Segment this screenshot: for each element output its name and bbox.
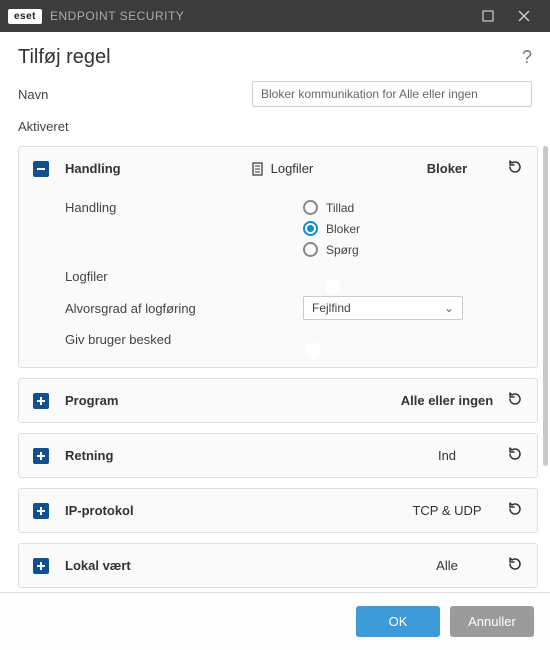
severity-select[interactable]: Fejlfind ⌄: [303, 296, 463, 320]
radio-block[interactable]: Bloker: [303, 221, 360, 236]
window-close-button[interactable]: [506, 0, 542, 32]
handling-label: Handling: [65, 200, 265, 215]
handling-radio-group: Tillad Bloker Spørg: [303, 200, 360, 257]
notify-label: Giv bruger besked: [65, 332, 265, 347]
program-card: Program Alle eller ingen: [18, 378, 538, 423]
chevron-down-icon: ⌄: [444, 301, 454, 315]
scrollbar-thumb[interactable]: [543, 146, 548, 466]
name-label: Navn: [18, 87, 178, 102]
program-title: Program: [65, 393, 118, 408]
help-icon[interactable]: ?: [522, 47, 532, 68]
name-row: Navn: [0, 75, 550, 113]
expand-icon[interactable]: [33, 503, 49, 519]
action-card-head: Handling Logfiler Bloker: [19, 147, 537, 190]
reset-icon[interactable]: [507, 446, 523, 465]
protocol-value: TCP & UDP: [397, 503, 497, 518]
action-card-body: Handling Tillad Bloker Spørg Logfiler Al…: [19, 190, 537, 367]
direction-title: Retning: [65, 448, 113, 463]
reset-icon[interactable]: [507, 556, 523, 575]
localhost-value: Alle: [397, 558, 497, 573]
brand-badge: eset: [8, 9, 42, 24]
action-card: Handling Logfiler Bloker Handling Tillad…: [18, 146, 538, 368]
enabled-label: Aktiveret: [18, 119, 178, 134]
footer: OK Annuller: [0, 592, 550, 650]
radio-ask[interactable]: Spørg: [303, 242, 360, 257]
logfiles-indicator: Logfiler: [251, 161, 397, 176]
logfiles-indicator-label: Logfiler: [271, 161, 314, 176]
reset-icon[interactable]: [507, 159, 523, 178]
radio-block-label: Bloker: [326, 222, 360, 236]
ok-button[interactable]: OK: [356, 606, 440, 637]
collapse-icon[interactable]: [33, 161, 49, 177]
reset-icon[interactable]: [507, 501, 523, 520]
expand-icon[interactable]: [33, 448, 49, 464]
radio-allow-label: Tillad: [326, 201, 354, 215]
radio-allow[interactable]: Tillad: [303, 200, 360, 215]
direction-value: Ind: [397, 448, 497, 463]
window-maximize-button[interactable]: [470, 0, 506, 32]
app-name: ENDPOINT SECURITY: [50, 9, 184, 23]
dialog-header: Tilføj regel ?: [0, 32, 550, 75]
titlebar: eset ENDPOINT SECURITY: [0, 0, 550, 32]
cancel-button[interactable]: Annuller: [450, 606, 534, 637]
localhost-title: Lokal vært: [65, 558, 131, 573]
logfiles-icon: [251, 162, 265, 176]
name-input[interactable]: [252, 81, 532, 107]
protocol-card: IP-protokol TCP & UDP: [18, 488, 538, 533]
program-value: Alle eller ingen: [397, 393, 497, 408]
action-summary-value: Bloker: [397, 161, 497, 176]
action-card-title: Handling: [65, 161, 121, 176]
content-scroll[interactable]: Handling Logfiler Bloker Handling Tillad…: [0, 140, 542, 592]
reset-icon[interactable]: [507, 391, 523, 410]
expand-icon[interactable]: [33, 393, 49, 409]
expand-icon[interactable]: [33, 558, 49, 574]
direction-card: Retning Ind: [18, 433, 538, 478]
radio-ask-label: Spørg: [326, 243, 359, 257]
dialog-title: Tilføj regel: [18, 46, 522, 69]
severity-label: Alvorsgrad af logføring: [65, 301, 265, 316]
severity-value: Fejlfind: [312, 301, 351, 315]
enabled-row: Aktiveret: [0, 113, 550, 140]
protocol-title: IP-protokol: [65, 503, 134, 518]
localhost-card: Lokal vært Alle: [18, 543, 538, 588]
logfiles-row-label: Logfiler: [65, 269, 265, 284]
